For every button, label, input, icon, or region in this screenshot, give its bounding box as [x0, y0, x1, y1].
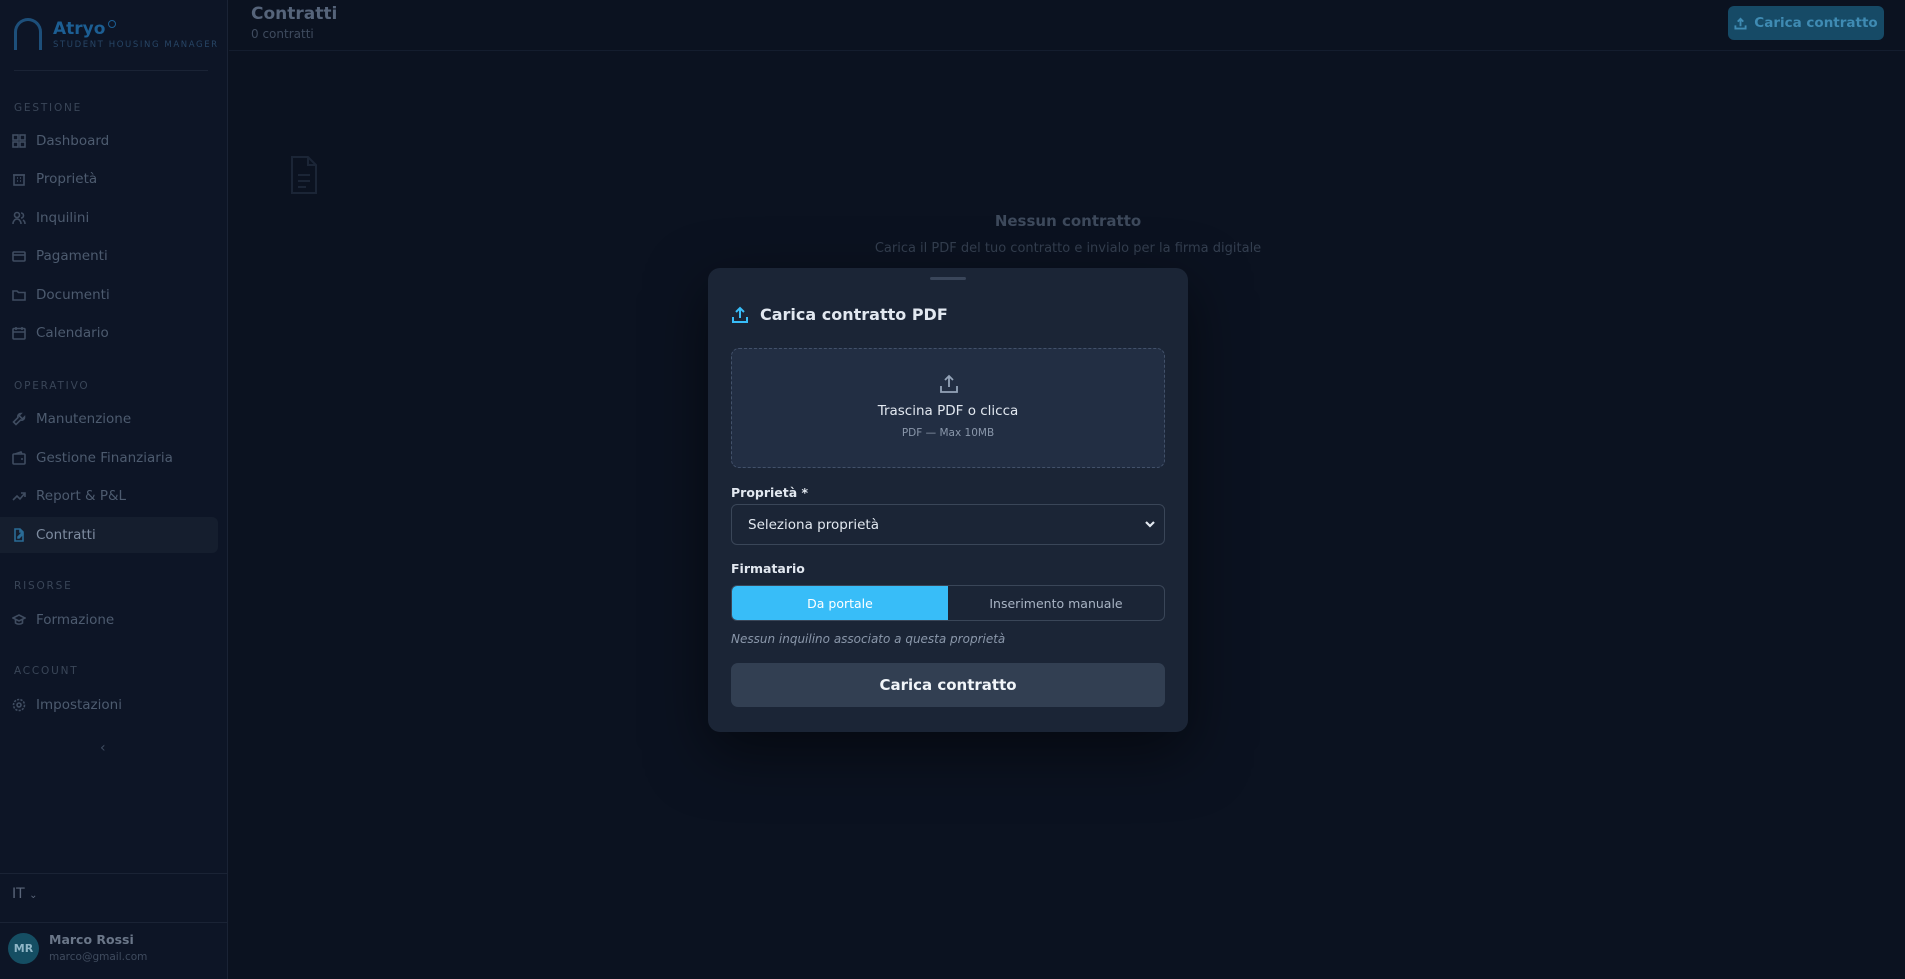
sidebar-item-label: Pagamenti: [36, 248, 108, 264]
sidebar-item-label: Dashboard: [36, 133, 110, 149]
upload-contract-modal: Carica contratto PDF Trascina PDF o clic…: [708, 268, 1188, 732]
sidebar-item-label: Proprietà: [36, 171, 98, 187]
sidebar-item-proprieta[interactable]: Proprietà: [0, 161, 218, 197]
trend-icon: [12, 489, 26, 503]
upload-icon: [1734, 17, 1747, 30]
building-icon: [12, 172, 26, 186]
dropzone-hint: PDF — Max 10MB: [901, 427, 995, 439]
property-select-value: Seleziona proprietà: [748, 516, 879, 533]
sidebar-item-dashboard[interactable]: Dashboard: [0, 123, 218, 159]
language-selector[interactable]: IT ⌄: [12, 886, 38, 902]
folder-icon: [12, 288, 26, 302]
no-tenant-note: Nessun inquilino associato a questa prop…: [731, 632, 1006, 646]
property-label: Proprietà *: [731, 485, 809, 500]
signer-option-portal[interactable]: Da portale: [732, 586, 948, 620]
pdf-dropzone[interactable]: Trascina PDF o clicca PDF — Max 10MB: [731, 348, 1165, 468]
chevron-down-icon: [1144, 518, 1156, 530]
divider: [14, 70, 208, 71]
sidebar-item-label: Formazione: [36, 612, 115, 628]
signer-label: Firmatario: [731, 561, 805, 576]
sidebar-item-label: Documenti: [36, 287, 110, 303]
calendar-icon: [12, 326, 26, 340]
sidebar-item-pagamenti[interactable]: Pagamenti: [0, 238, 218, 274]
upload-contract-button[interactable]: Carica contratto: [1728, 6, 1884, 40]
sidebar: Atryo STUDENT HOUSING MANAGER GESTIONE D…: [0, 0, 228, 979]
contract-count: 0 contratti: [251, 27, 314, 41]
sidebar-item-label: Contratti: [36, 527, 96, 543]
logo-arch-icon: [14, 18, 42, 50]
sidebar-item-report[interactable]: Report & P&L: [0, 478, 218, 514]
section-label-gestione: GESTIONE: [14, 102, 83, 114]
property-select[interactable]: Seleziona proprietà: [731, 504, 1165, 545]
brand-name: Atryo: [53, 19, 106, 39]
document-icon: [288, 155, 320, 199]
wrench-icon: [12, 412, 26, 426]
section-label-operativo: OPERATIVO: [14, 380, 90, 392]
users-icon: [12, 211, 26, 225]
divider: [0, 922, 228, 923]
upload-icon: [940, 374, 958, 393]
gear-icon: [12, 698, 26, 712]
dropzone-text: Trascina PDF o clicca: [877, 403, 1019, 419]
avatar[interactable]: MR: [8, 933, 39, 964]
brand-mark-icon: [108, 20, 116, 28]
modal-title-text: Carica contratto PDF: [760, 305, 948, 324]
upload-contract-label: Carica contratto: [1754, 15, 1878, 31]
sidebar-item-impostazioni[interactable]: Impostazioni: [0, 687, 218, 723]
wallet-icon: [12, 451, 26, 465]
sidebar-item-gestione-finanziaria[interactable]: Gestione Finanziaria: [0, 440, 218, 476]
sidebar-item-inquilini[interactable]: Inquilini: [0, 200, 218, 236]
credit-card-icon: [12, 249, 26, 263]
submit-contract-button[interactable]: Carica contratto: [731, 663, 1165, 707]
empty-state-title: Nessun contratto: [994, 212, 1142, 230]
sidebar-item-calendario[interactable]: Calendario: [0, 315, 218, 351]
collapse-sidebar-icon[interactable]: ‹: [100, 740, 106, 756]
brand-tagline: STUDENT HOUSING MANAGER: [53, 40, 219, 50]
upload-icon: [732, 306, 748, 323]
sidebar-item-label: Impostazioni: [36, 697, 122, 713]
drag-handle[interactable]: [930, 277, 966, 280]
section-label-account: ACCOUNT: [14, 665, 79, 677]
language-code: IT: [12, 886, 25, 902]
divider: [0, 873, 228, 874]
sidebar-item-label: Report & P&L: [36, 488, 127, 504]
user-name: Marco Rossi: [49, 932, 134, 947]
sidebar-item-manutenzione[interactable]: Manutenzione: [0, 401, 218, 437]
page-title: Contratti: [251, 4, 338, 24]
sidebar-item-label: Manutenzione: [36, 411, 132, 427]
grid-icon: [12, 134, 26, 148]
sidebar-item-formazione[interactable]: Formazione: [0, 602, 218, 638]
brand-logo[interactable]: Atryo STUDENT HOUSING MANAGER: [14, 16, 217, 52]
section-label-risorse: RISORSE: [14, 580, 73, 592]
signer-toggle: Da portale Inserimento manuale: [731, 585, 1165, 621]
page-header: Contratti 0 contratti Carica contratto: [229, 0, 1905, 51]
chevron-down-icon: ⌄: [29, 890, 38, 901]
graduation-cap-icon: [12, 613, 26, 627]
file-edit-icon: [12, 528, 26, 542]
modal-title: Carica contratto PDF: [731, 305, 948, 324]
sidebar-item-documenti[interactable]: Documenti: [0, 277, 218, 313]
signer-option-manual[interactable]: Inserimento manuale: [948, 586, 1164, 620]
sidebar-item-label: Calendario: [36, 325, 109, 341]
sidebar-item-label: Inquilini: [36, 210, 90, 226]
sidebar-item-label: Gestione Finanziaria: [36, 450, 173, 466]
empty-state-description: Carica il PDF del tuo contratto e invial…: [874, 241, 1262, 256]
sidebar-item-contratti[interactable]: Contratti: [0, 517, 218, 553]
user-email: marco@gmail.com: [49, 951, 148, 963]
